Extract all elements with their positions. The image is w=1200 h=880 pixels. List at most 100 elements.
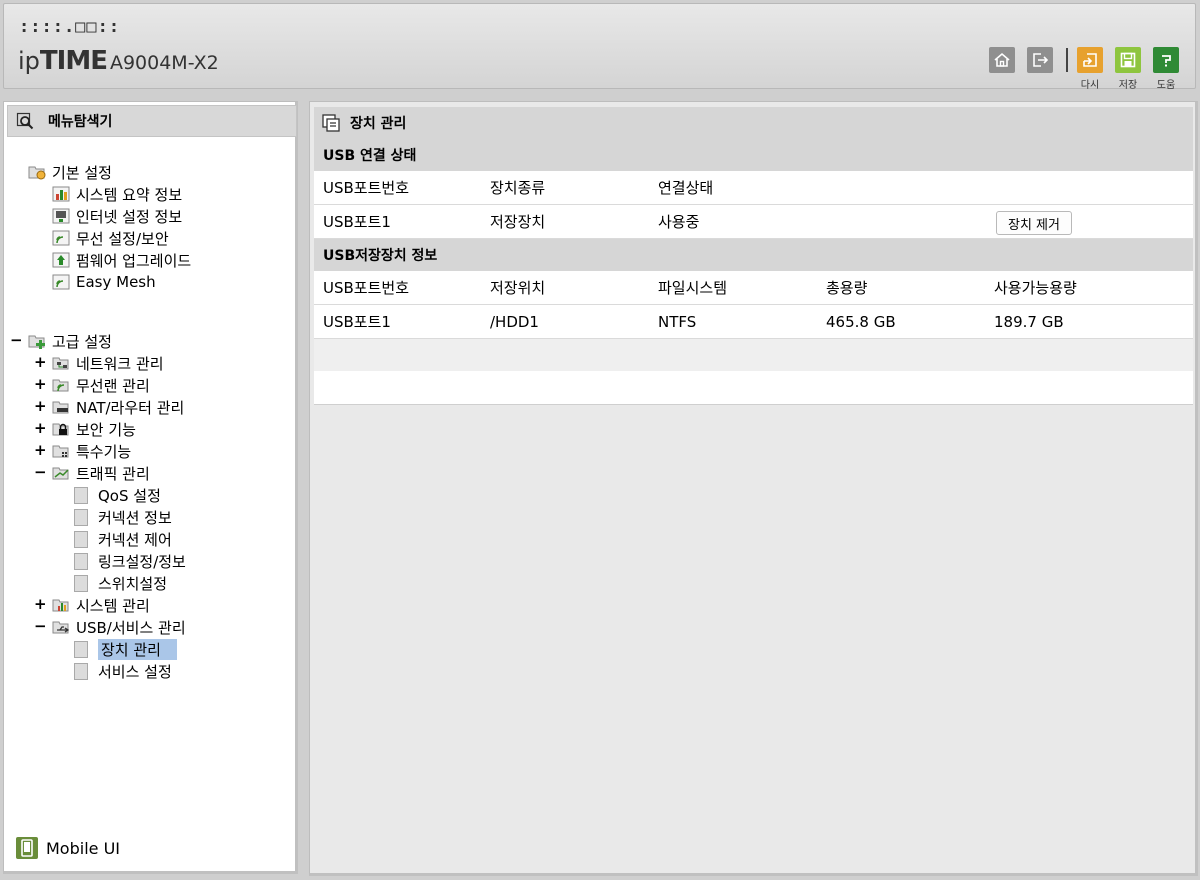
tree-item-label: 펌웨어 업그레이드 <box>76 251 192 270</box>
tree-device-mgmt[interactable]: 장치 관리 <box>74 638 177 660</box>
tree-internet-info[interactable]: 인터넷 설정 정보 <box>52 206 182 226</box>
save-button[interactable] <box>1115 47 1141 73</box>
tree-usb-service-mgmt[interactable]: USB/서비스 관리 <box>52 617 186 637</box>
special-icon <box>52 445 69 458</box>
logout-button[interactable] <box>1027 47 1053 73</box>
tree-item-label: 커넥션 제어 <box>98 530 172 549</box>
reload-icon <box>1083 53 1097 67</box>
collapse-toggle[interactable]: − <box>10 331 23 349</box>
network-icon <box>52 357 69 370</box>
storage-location-cell: /HDD1 <box>490 312 539 331</box>
tree-item-label: 시스템 관리 <box>76 596 150 615</box>
page-icon <box>74 530 88 548</box>
free-capacity-cell: 189.7 GB <box>994 312 1064 331</box>
expand-toggle[interactable]: + <box>34 419 47 437</box>
page-icon <box>74 552 88 570</box>
tree-easy-mesh[interactable]: Easy Mesh <box>52 272 156 292</box>
expand-toggle[interactable]: + <box>34 595 47 613</box>
remove-device-button[interactable]: 장치 제거 <box>996 211 1072 235</box>
search-icon <box>16 112 34 130</box>
tree-item-label-selected: 장치 관리 <box>98 638 177 660</box>
page-icon <box>74 574 88 592</box>
tree-network-mgmt[interactable]: 네트워크 관리 <box>52 353 164 373</box>
tree-switch-settings[interactable]: 스위치설정 <box>74 573 167 593</box>
page-icon <box>74 640 88 658</box>
menu-explorer-header: 메뉴탐색기 <box>7 105 297 137</box>
total-capacity-cell: 465.8 GB <box>826 312 896 331</box>
usb-icon <box>52 621 70 634</box>
expand-toggle[interactable]: + <box>34 375 47 393</box>
collapse-toggle[interactable]: − <box>34 463 47 481</box>
tree-firmware-upgrade[interactable]: 펌웨어 업그레이드 <box>52 250 191 270</box>
tree-wlan-mgmt[interactable]: 무선랜 관리 <box>52 375 150 395</box>
tree-item-label: 서비스 설정 <box>98 662 172 681</box>
help-button[interactable] <box>1153 47 1179 73</box>
tree-item-label: 시스템 요약 정보 <box>76 185 183 204</box>
col-header: 사용가능용량 <box>994 279 1077 297</box>
tree-item-label: 인터넷 설정 정보 <box>76 207 183 226</box>
tree-item-label: 보안 기능 <box>76 420 136 439</box>
tree-connection-control[interactable]: 커넥션 제어 <box>74 529 172 549</box>
tree-item-label: 특수기능 <box>76 442 132 461</box>
tree-security[interactable]: 보안 기능 <box>52 419 136 439</box>
blank-row <box>314 371 1193 405</box>
mobile-ui-link[interactable]: Mobile UI <box>16 837 120 859</box>
tree-connection-info[interactable]: 커넥션 정보 <box>74 507 172 527</box>
model-name: A9004M-X2 <box>109 52 219 74</box>
page-icon <box>74 662 88 680</box>
logo-ip: ip <box>18 47 40 75</box>
expand-toggle[interactable]: + <box>34 397 47 415</box>
reload-button[interactable] <box>1077 47 1103 73</box>
save-label: 저장 <box>1118 80 1138 91</box>
traffic-icon <box>52 467 69 480</box>
tree-traffic-mgmt[interactable]: 트래픽 관리 <box>52 463 150 483</box>
col-header: 저장위치 <box>490 279 546 297</box>
brand-mark: ::::.□□:: <box>19 17 121 37</box>
home-icon <box>994 52 1010 67</box>
home-button[interactable] <box>989 47 1015 73</box>
mesh-icon <box>52 274 70 290</box>
wifi-icon <box>52 230 70 246</box>
expand-toggle[interactable]: + <box>34 353 47 371</box>
help-label: 도움 <box>1156 80 1176 91</box>
tree-service-settings[interactable]: 서비스 설정 <box>74 661 172 681</box>
tree-basic-settings-label: 기본 설정 <box>52 163 112 182</box>
filesystem-cell: NTFS <box>658 312 697 331</box>
logout-icon <box>1033 53 1049 67</box>
tree-link-settings[interactable]: 링크설정/정보 <box>74 551 186 571</box>
tree-item-label: 커넥션 정보 <box>98 508 172 527</box>
reload-label: 다시 <box>1080 80 1100 91</box>
collapse-toggle[interactable]: − <box>34 617 47 635</box>
logo-time: TIME <box>39 46 108 76</box>
col-header: 장치종류 <box>490 179 546 197</box>
content-panel: 장치 관리 USB 연결 상태 USB포트번호 장치종류 연결상태 USB포트1… <box>309 101 1198 876</box>
monitor-icon <box>52 208 70 224</box>
tree-item-label: 네트워크 관리 <box>76 354 164 373</box>
content-title-bar: 장치 관리 <box>314 107 1193 139</box>
chart-icon <box>52 186 70 202</box>
tree-special[interactable]: 특수기능 <box>52 441 131 461</box>
lock-icon <box>52 423 69 436</box>
tree-basic-settings[interactable]: 기본 설정 <box>28 162 112 182</box>
tree-system-summary[interactable]: 시스템 요약 정보 <box>52 184 182 204</box>
tree-advanced-settings[interactable]: 고급 설정 <box>28 331 112 351</box>
folder-advanced-icon <box>28 335 45 349</box>
tree-item-label: 스위치설정 <box>98 574 168 593</box>
tree-system-mgmt[interactable]: 시스템 관리 <box>52 595 150 615</box>
chart-folder-icon <box>52 599 69 612</box>
tree-wireless-security[interactable]: 무선 설정/보안 <box>52 228 169 248</box>
tree-qos[interactable]: QoS 설정 <box>74 485 161 505</box>
tree-item-label: NAT/라우터 관리 <box>76 398 185 417</box>
expand-toggle[interactable]: + <box>34 441 47 459</box>
iptime-logo: ip TIME A9004M-X2 <box>18 46 219 76</box>
tree-nat-router[interactable]: NAT/라우터 관리 <box>52 397 184 417</box>
blank-row <box>314 339 1193 371</box>
header-divider <box>1066 48 1068 72</box>
upgrade-icon <box>52 252 70 268</box>
usb-status-row: USB포트1 저장장치 사용중 장치 제거 <box>314 205 1193 239</box>
save-icon <box>1120 52 1136 68</box>
tree-item-label: 링크설정/정보 <box>98 552 186 571</box>
usb-status-header-row: USB포트번호 장치종류 연결상태 <box>314 171 1193 205</box>
storage-info-section: USB저장장치 정보 <box>314 239 1193 271</box>
storage-row: USB포트1 /HDD1 NTFS 465.8 GB 189.7 GB <box>314 305 1193 339</box>
